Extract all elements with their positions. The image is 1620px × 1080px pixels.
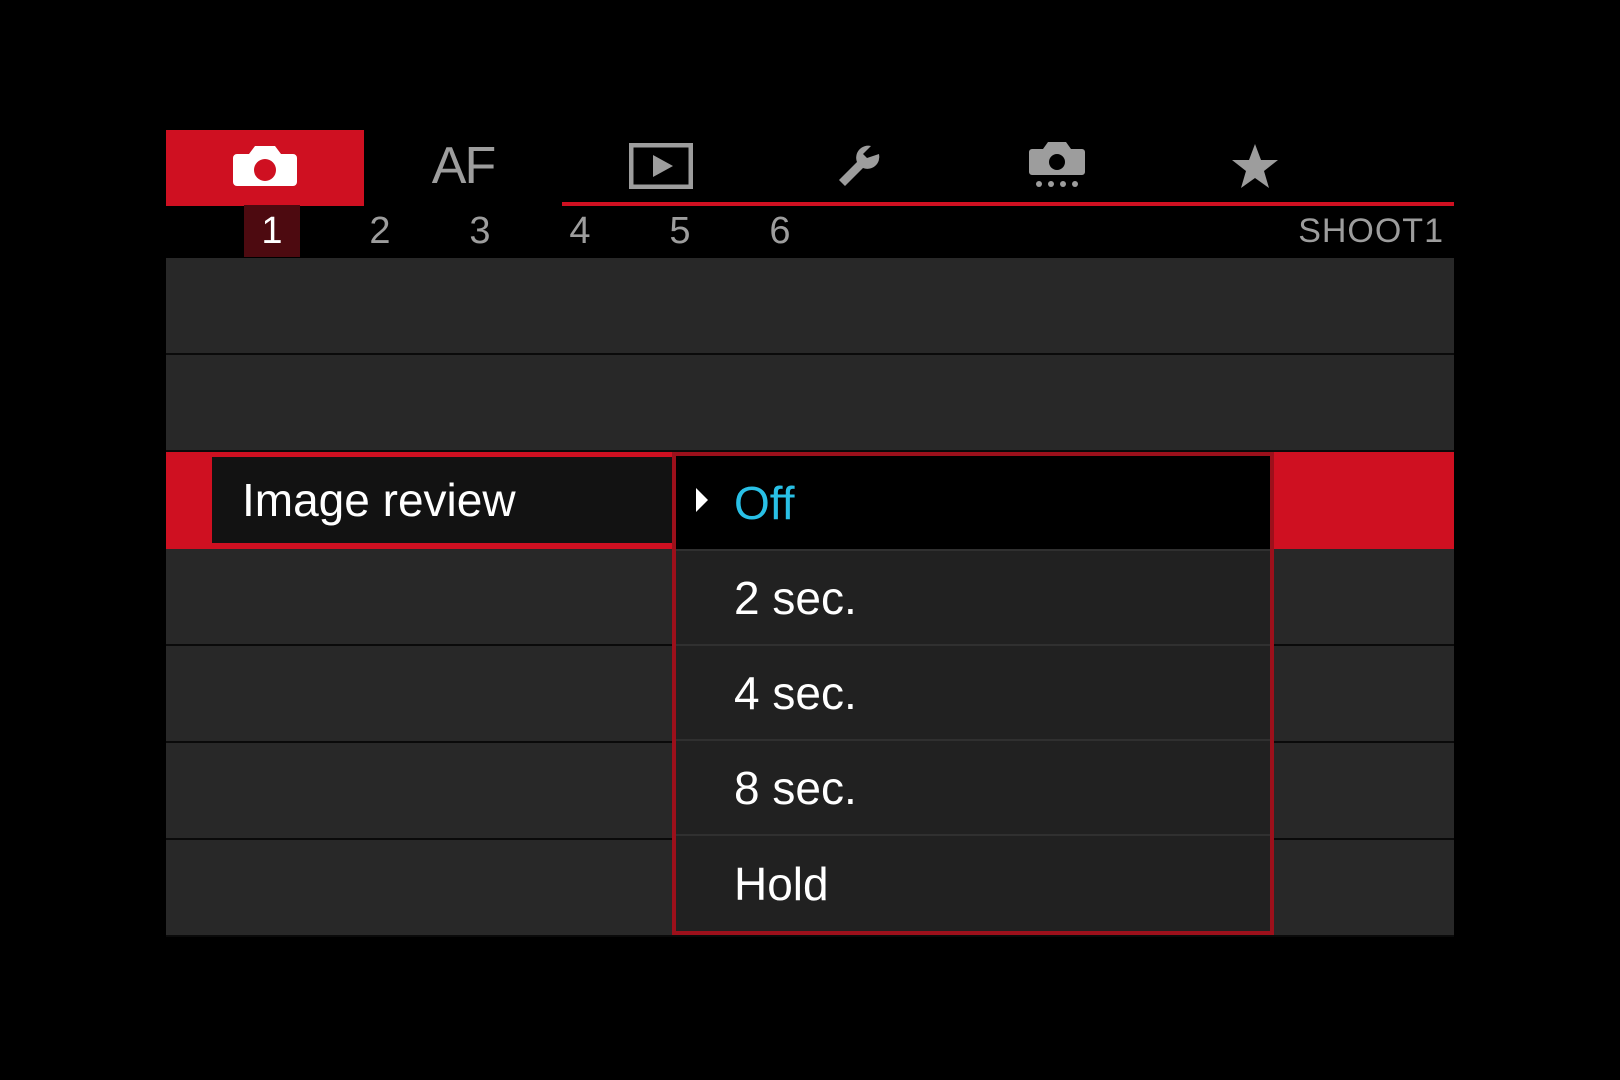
camera-icon [233,142,297,190]
sub-page-3[interactable]: 3 [460,210,500,253]
play-icon [629,143,693,189]
tab-setup[interactable] [760,130,958,202]
star-icon [1230,142,1280,190]
tab-custom-functions[interactable] [958,130,1156,202]
sub-page-1[interactable]: 1 [244,205,300,257]
image-review-dropdown: Off 2 sec. 4 sec. 8 sec. Hold [672,452,1274,935]
sub-page-2[interactable]: 2 [360,210,400,253]
tab-af[interactable]: AF [364,130,562,202]
menu-list: Image review Off 2 sec. 4 sec. 8 sec. Ho… [166,258,1454,937]
option-off[interactable]: Off [676,456,1270,551]
option-8sec[interactable]: 8 sec. [676,741,1270,836]
camera-menu-screen: AF [166,130,1454,950]
option-label: Hold [734,857,829,911]
option-4sec[interactable]: 4 sec. [676,646,1270,741]
section-label: SHOOT1 [1298,212,1444,251]
option-2sec[interactable]: 2 sec. [676,551,1270,646]
tab-mymenu[interactable] [1156,130,1354,202]
custom-camera-icon [1028,140,1086,192]
sub-page-6[interactable]: 6 [760,210,800,253]
wrench-icon [835,142,883,190]
af-label: AF [432,136,494,196]
menu-row [166,355,1454,452]
option-hold[interactable]: Hold [676,836,1270,931]
option-label: Off [734,476,795,530]
sub-page-5[interactable]: 5 [660,210,700,253]
main-tab-bar: AF [166,130,1454,202]
option-label: 4 sec. [734,666,857,720]
sub-page-4[interactable]: 4 [560,210,600,253]
tab-playback[interactable] [562,130,760,202]
setting-label: Image review [242,473,516,527]
menu-row [166,258,1454,355]
option-label: 8 sec. [734,761,857,815]
sub-page-row: 1 2 3 4 5 6 SHOOT1 [166,206,1454,258]
tab-shoot[interactable] [166,130,364,202]
setting-label-box: Image review [212,457,672,543]
selection-pointer-icon [694,486,710,514]
option-label: 2 sec. [734,571,857,625]
